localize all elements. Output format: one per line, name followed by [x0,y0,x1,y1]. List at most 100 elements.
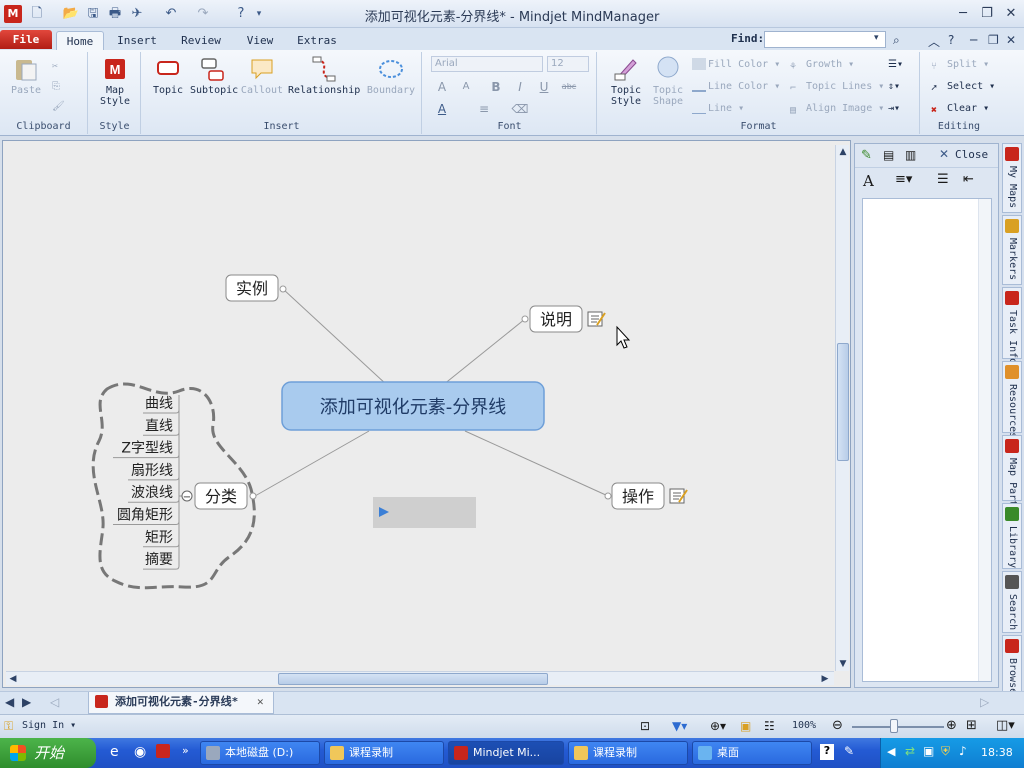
note-icon[interactable] [587,311,606,327]
subtopic-label[interactable]: 矩形 [145,530,173,546]
map-style-button[interactable]: M Map Style [95,56,135,107]
tray-monitor-icon[interactable]: ▣ [923,744,934,758]
note-align-icon[interactable]: ≡▾ [895,172,912,187]
align-image-button[interactable]: ▤ Align Image ▾ [790,100,884,118]
playback-box[interactable] [373,497,476,528]
select-button[interactable]: ➚ Select ▾ [931,78,995,96]
topic-button[interactable]: Topic [148,56,188,96]
horizontal-scroll-thumb[interactable] [278,673,548,685]
taskbar-button-local-disk[interactable]: 本地磁盘 (D:) [200,741,320,765]
side-tab-task-info[interactable]: Task Info [1002,287,1022,364]
subtopic-label[interactable]: 圆角矩形 [117,508,173,524]
font-color-icon[interactable]: A [433,100,451,118]
document-tab[interactable]: 添加可视化元素-分界线* ✕ [88,692,274,714]
copy-icon[interactable]: ⎘ [52,78,60,96]
doc-minimize-icon[interactable]: ─ [970,33,977,47]
tab-view[interactable]: View [238,31,282,50]
italic-button[interactable]: I [511,78,529,96]
side-tab-search[interactable]: Search [1002,571,1022,633]
filter-icon[interactable]: ▼▾ [672,719,687,733]
tab-review[interactable]: Review [176,31,226,50]
tray-network-icon[interactable]: ⇄ [905,744,915,758]
split-button[interactable]: ⑂ Split ▾ [931,56,989,74]
horizontal-scrollbar[interactable]: ◀ ▶ [6,671,834,685]
font-name-select[interactable]: Arial [431,56,543,72]
taskbar-button-desktop[interactable]: 桌面 [692,741,812,765]
pen-tray-icon[interactable]: ✎ [844,744,854,758]
ie-icon[interactable]: e [110,744,119,760]
ribbon-collapse-icon[interactable]: ︿ [928,33,940,50]
taskbar-button-mindjet[interactable]: Mindjet Mi... [448,741,564,765]
line-button[interactable]: Line ▾ [692,100,744,118]
cut-icon[interactable]: ✂ [52,58,58,76]
help-tray-icon[interactable]: ? [820,744,834,760]
numbering-icon[interactable]: ☰▾ [888,56,903,74]
collapse-toggle[interactable]: − [181,490,193,503]
callout-button[interactable]: Callout [240,56,284,96]
topic-lines-button[interactable]: ⌐ Topic Lines ▾ [790,78,884,96]
align-icon[interactable]: ≡ [475,100,493,118]
tab-extras[interactable]: Extras [292,31,342,50]
note-indent-icon[interactable]: ⇤ [963,172,974,187]
clear-format-icon[interactable]: ⌫ [511,100,529,118]
scroll-left-icon[interactable]: ◀ [6,672,20,686]
grow-font-icon[interactable]: A [433,78,451,96]
zoom-in-icon[interactable]: ⊕ [946,718,957,733]
fit-page-icon[interactable]: ⊞ [966,718,977,733]
paste-button[interactable]: Paste [6,56,46,96]
fill-color-button[interactable]: Fill Color ▾ [692,56,780,74]
tab-insert[interactable]: Insert [112,31,162,50]
mindmanager-quicklaunch-icon[interactable] [156,744,170,758]
quicklaunch-icon[interactable]: ◉ [134,744,146,760]
vertical-scroll-thumb[interactable] [837,343,849,461]
note-export-icon[interactable]: ▥ [905,148,916,162]
side-tab-my-maps[interactable]: My Maps [1002,143,1022,213]
side-tab-markers[interactable]: Markers [1002,215,1022,285]
strikethrough-button[interactable]: abc [557,78,581,96]
tray-volume-icon[interactable]: ♪ [959,744,967,758]
close-tab-icon[interactable]: ✕ [257,692,264,712]
map-view-icon[interactable]: ▣ [740,719,751,733]
quicklaunch-more-icon[interactable]: » [182,744,189,757]
underline-button[interactable]: U [535,78,553,96]
spacing-icon[interactable]: ⇕▾ [888,78,900,96]
font-size-select[interactable]: 12 [547,56,589,72]
subtopic-label[interactable]: 波浪线 [131,485,173,501]
close-pane-button[interactable]: Close [955,148,988,161]
scroll-up-icon[interactable]: ▲ [836,145,850,159]
boundary-button[interactable]: Boundary [366,56,416,96]
fit-map-icon[interactable]: ⊡ [640,719,650,733]
clear-button[interactable]: ✖ Clear ▾ [931,100,989,118]
next-doc-icon[interactable]: ▶ [22,695,31,709]
binoculars-icon[interactable]: ⌕ [893,33,900,48]
topic-shape-button[interactable]: Topic Shape [648,56,688,107]
close-window-button[interactable]: ✕ [1000,5,1022,23]
doc-close-icon[interactable]: ✕ [1006,33,1016,47]
shrink-font-icon[interactable]: A [457,78,475,96]
bold-button[interactable]: B [487,78,505,96]
taskbar-button-folder-1[interactable]: 课程录制 [324,741,444,765]
tab-file[interactable]: File [0,30,52,49]
format-painter-icon[interactable]: 🖌 [52,98,65,116]
side-tab-map-parts[interactable]: Map Parts [1002,435,1022,512]
zoom-out-icon[interactable]: ⊖ [832,718,843,733]
note-font-icon[interactable]: A [863,172,874,190]
subtopic-label[interactable]: Z字型线 [121,441,173,457]
vertical-scrollbar[interactable]: ▲ ▼ [835,145,849,671]
side-tab-resources[interactable]: Resources [1002,361,1022,438]
side-tab-browser[interactable]: Browser [1002,635,1022,700]
tray-expand-icon[interactable]: ◀ [887,745,895,758]
topic-style-button[interactable]: Topic Style [604,56,648,107]
map-canvas[interactable]: 添加可视化元素-分界线 实例 说明 操作 分类 − 曲线 直线 Z字型线 扇形线… [2,140,851,688]
tray-shield-icon[interactable]: ⛨ [941,744,950,759]
note-bullets-icon[interactable]: ☰ [937,172,949,187]
ribbon-help-icon[interactable]: ? [948,33,954,47]
subtopic-label[interactable]: 扇形线 [131,463,173,479]
find-dropdown-icon[interactable]: ▾ [874,33,879,43]
doc-overflow-icon[interactable]: ▷ [980,695,989,709]
tab-home[interactable]: Home [56,31,104,50]
notes-text-area[interactable] [862,198,992,682]
side-tab-library[interactable]: Library [1002,503,1022,569]
doc-restore-icon[interactable]: ❐ [988,33,999,47]
find-input[interactable] [764,31,886,48]
